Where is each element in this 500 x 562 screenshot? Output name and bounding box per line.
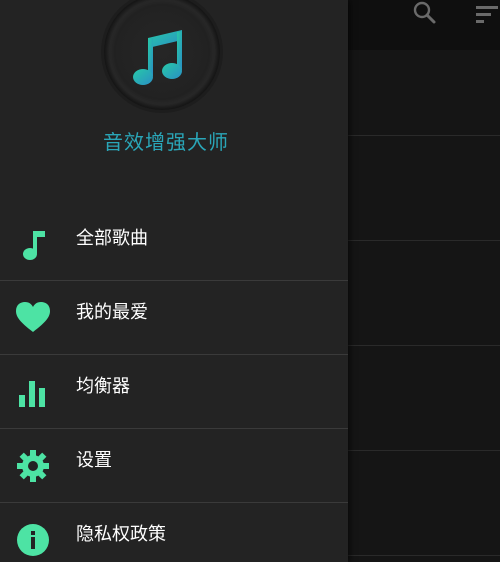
search-icon[interactable] xyxy=(410,0,440,30)
drawer-item-label: 设置 xyxy=(76,450,112,471)
background-row-divider xyxy=(348,240,500,241)
drawer-item-favorites[interactable]: 我的最爱 xyxy=(0,281,348,355)
info-icon xyxy=(17,524,49,556)
background-row-divider xyxy=(348,345,500,346)
drawer-item-label: 均衡器 xyxy=(76,376,130,397)
music-note-icon xyxy=(23,231,45,260)
heart-icon xyxy=(16,302,50,332)
screen: 音效增强大师 全部歌曲 我的最爱 均衡器 设置 隐私权政策 xyxy=(0,0,500,562)
drawer-item-all-songs[interactable]: 全部歌曲 xyxy=(0,207,348,281)
background-row-divider xyxy=(348,450,500,451)
drawer-menu: 全部歌曲 我的最爱 均衡器 设置 隐私权政策 xyxy=(0,207,348,562)
background-row-divider xyxy=(348,135,500,136)
drawer-item-label: 我的最爱 xyxy=(76,302,148,323)
sort-icon[interactable] xyxy=(472,2,500,32)
background-row-divider xyxy=(348,555,500,556)
app-title: 音效增强大师 xyxy=(103,130,229,154)
drawer-item-privacy-policy[interactable]: 隐私权政策 xyxy=(0,503,348,562)
drawer-item-label: 隐私权政策 xyxy=(76,524,166,545)
drawer-item-label: 全部歌曲 xyxy=(76,228,148,249)
navigation-drawer: 音效增强大师 全部歌曲 我的最爱 均衡器 设置 隐私权政策 xyxy=(0,0,348,562)
drawer-header: 音效增强大师 xyxy=(0,0,348,200)
drawer-item-equalizer[interactable]: 均衡器 xyxy=(0,355,348,429)
app-logo-music-note-icon xyxy=(133,30,182,85)
drawer-item-settings[interactable]: 设置 xyxy=(0,429,348,503)
gear-icon xyxy=(17,450,49,482)
equalizer-icon xyxy=(19,381,45,407)
